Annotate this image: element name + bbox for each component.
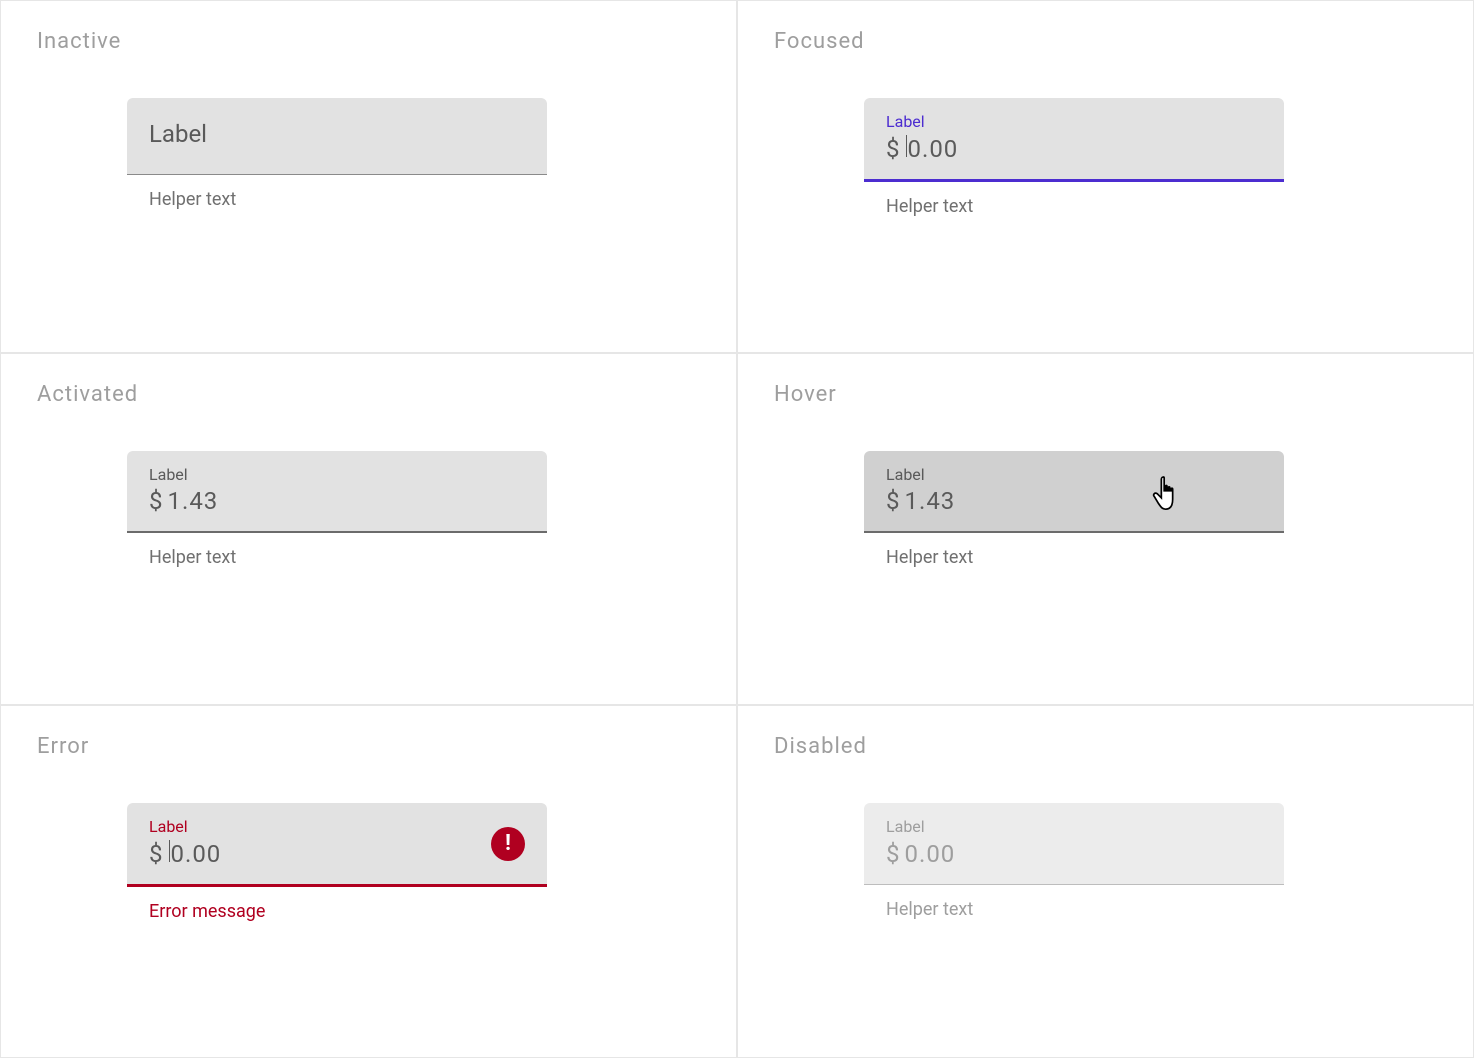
- field-underline-disabled: [864, 884, 1284, 885]
- text-field-error-wrap: Label $ 0.00 ! Error message: [127, 803, 547, 922]
- text-field-inactive-wrap: Label Helper text: [127, 98, 547, 210]
- text-caret-icon: [169, 840, 170, 862]
- state-error-cell: Error Label $ 0.00 ! Error message: [0, 705, 737, 1058]
- field-value: 1.43: [168, 487, 219, 515]
- currency-prefix: $: [149, 487, 164, 515]
- error-icon: !: [491, 827, 525, 861]
- state-hover-cell: Hover Label $ 1.43 Helper text: [737, 353, 1474, 706]
- helper-text: Helper text: [886, 547, 1284, 568]
- field-label: Label: [886, 817, 1262, 838]
- field-value: 0.00: [905, 840, 956, 868]
- currency-prefix: $: [886, 840, 901, 868]
- error-message: Error message: [149, 901, 547, 922]
- helper-text: Helper text: [149, 547, 547, 568]
- field-label: Label: [149, 465, 525, 486]
- text-field-activated-wrap: Label $ 1.43 Helper text: [127, 451, 547, 569]
- helper-text: Helper text: [886, 196, 1284, 217]
- currency-prefix: $: [886, 487, 901, 515]
- state-focused-cell: Focused Label $ 0.00 Helper text: [737, 0, 1474, 353]
- state-disabled-cell: Disabled Label $ 0.00 Helper text: [737, 705, 1474, 1058]
- state-activated-cell: Activated Label $ 1.43 Helper text: [0, 353, 737, 706]
- field-value-row: $ 1.43: [149, 487, 525, 515]
- text-field-error[interactable]: Label $ 0.00 !: [127, 803, 547, 884]
- state-inactive-cell: Inactive Label Helper text: [0, 0, 737, 353]
- state-title-inactive: Inactive: [37, 29, 700, 54]
- text-field-disabled-wrap: Label $ 0.00 Helper text: [864, 803, 1284, 920]
- text-field-focused-wrap: Label $ 0.00 Helper text: [864, 98, 1284, 217]
- currency-prefix: $: [886, 135, 901, 163]
- field-value: 1.43: [905, 487, 956, 515]
- text-field-states-grid: Inactive Label Helper text Focused Label…: [0, 0, 1474, 1058]
- state-title-disabled: Disabled: [774, 734, 1437, 759]
- state-title-hover: Hover: [774, 382, 1437, 407]
- text-field-focused[interactable]: Label $ 0.00: [864, 98, 1284, 179]
- text-field-disabled: Label $ 0.00: [864, 803, 1284, 884]
- text-field-inactive[interactable]: Label: [127, 98, 547, 174]
- text-caret-icon: [906, 135, 907, 157]
- currency-prefix: $: [149, 840, 164, 868]
- field-value-row: $ 0.00: [149, 840, 525, 868]
- field-underline: [864, 531, 1284, 533]
- field-label: Label: [149, 817, 525, 838]
- field-label: Label: [886, 465, 1262, 486]
- field-underline: [127, 174, 547, 175]
- text-field-hover-wrap: Label $ 1.43 Helper text: [864, 451, 1284, 569]
- text-field-hover[interactable]: Label $ 1.43: [864, 451, 1284, 532]
- state-title-activated: Activated: [37, 382, 700, 407]
- field-value: 0.00: [171, 840, 222, 868]
- field-underline-error: [127, 884, 547, 887]
- field-value-row: $ 1.43: [886, 487, 1262, 515]
- helper-text: Helper text: [149, 189, 547, 210]
- helper-text: Helper text: [886, 899, 1284, 920]
- field-underline-focused: [864, 179, 1284, 182]
- text-field-activated[interactable]: Label $ 1.43: [127, 451, 547, 532]
- field-value-row: $ 0.00: [886, 840, 1262, 868]
- field-value: 0.00: [908, 135, 959, 163]
- state-title-error: Error: [37, 734, 700, 759]
- field-underline: [127, 531, 547, 533]
- field-label: Label: [149, 119, 525, 150]
- field-label: Label: [886, 112, 1262, 133]
- field-value-row: $ 0.00: [886, 135, 1262, 163]
- state-title-focused: Focused: [774, 29, 1437, 54]
